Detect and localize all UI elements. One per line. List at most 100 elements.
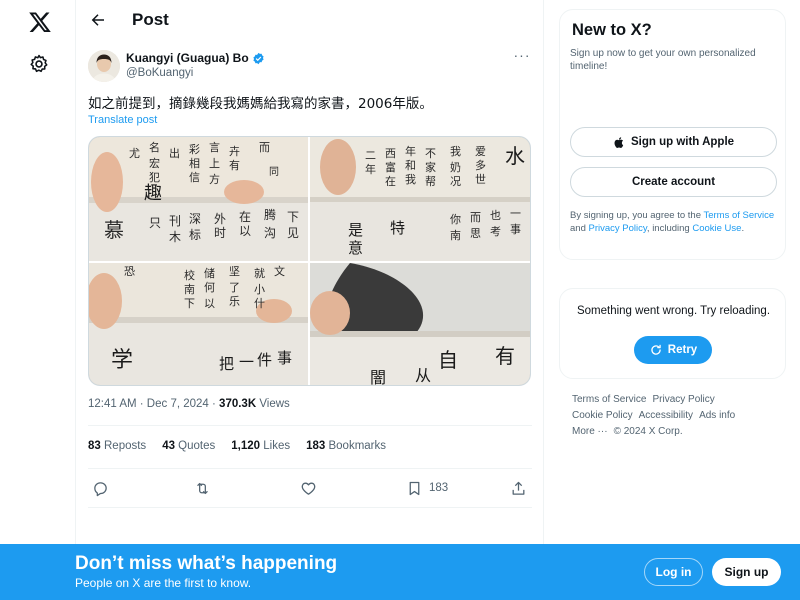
cookie-use-link[interactable]: Cookie Use xyxy=(692,223,741,234)
arrow-left-icon xyxy=(91,14,104,26)
avatar[interactable] xyxy=(88,50,120,82)
svg-text:宏: 宏 xyxy=(149,156,160,170)
svg-text:储: 储 xyxy=(204,266,215,280)
svg-text:我: 我 xyxy=(405,173,416,186)
author-name-text: Kuangyi (Guagua) Bo xyxy=(126,51,249,65)
svg-text:在: 在 xyxy=(239,210,251,224)
svg-text:慕: 慕 xyxy=(104,218,124,242)
author-handle[interactable]: @BoKuangyi xyxy=(126,67,193,79)
share-icon xyxy=(512,481,525,495)
share-button[interactable] xyxy=(510,478,527,498)
svg-text:和: 和 xyxy=(405,159,416,172)
svg-text:恐: 恐 xyxy=(124,265,135,278)
privacy-policy-link[interactable]: Privacy Policy xyxy=(589,223,647,234)
repost-button[interactable] xyxy=(194,478,211,498)
svg-text:特: 特 xyxy=(390,219,405,237)
svg-text:而: 而 xyxy=(259,141,270,154)
top-bar: Post xyxy=(76,0,544,42)
svg-text:家: 家 xyxy=(425,160,436,174)
post-timestamp[interactable]: 12:41 AM · Dec 7, 2024 · xyxy=(88,398,219,410)
svg-text:有: 有 xyxy=(229,158,240,172)
post-text: 如之前提到，摘錄幾段我媽媽給我寫的家書，2006年版。 xyxy=(88,96,433,112)
footer-terms-link[interactable]: Terms of Service xyxy=(572,394,646,405)
svg-text:卉: 卉 xyxy=(229,145,240,158)
footer-cookie-link[interactable]: Cookie Policy xyxy=(572,410,633,421)
svg-text:西: 西 xyxy=(385,147,396,160)
media-image-4[interactable]: 自 有 闇 从 xyxy=(310,263,530,386)
svg-text:自: 自 xyxy=(438,348,458,372)
media-image-3[interactable]: 恐 校储 坚 就文 南何 了 小 下以 乐 什 学 把一件事 xyxy=(89,263,308,385)
svg-text:也: 也 xyxy=(490,209,501,222)
signup-card-subtitle: Sign up now to get your own personalized… xyxy=(570,48,756,72)
views-count: 370.3K xyxy=(219,398,257,410)
svg-text:况: 况 xyxy=(450,175,461,188)
error-message: Something went wrong. Try reloading. xyxy=(576,305,771,317)
post-stats: 83 Reposts 43 Quotes 1,120 Likes 183 Boo… xyxy=(88,440,386,452)
sign-up-button[interactable]: Sign up xyxy=(712,558,781,586)
x-logo-icon[interactable] xyxy=(28,10,52,34)
svg-text:件: 件 xyxy=(257,351,272,369)
svg-text:出: 出 xyxy=(169,146,180,160)
svg-text:而: 而 xyxy=(470,211,481,224)
reply-button[interactable] xyxy=(92,478,109,498)
media-image-2[interactable]: 二西年不我爱 年富和家奶多 在我帮况世 水 是意特 你而也一 南思考事 xyxy=(310,137,530,261)
svg-text:闇: 闇 xyxy=(370,368,386,386)
svg-text:事: 事 xyxy=(510,223,521,236)
svg-text:标: 标 xyxy=(189,228,201,242)
svg-text:趣: 趣 xyxy=(144,183,162,204)
svg-text:富: 富 xyxy=(385,160,396,174)
create-account-button[interactable]: Create account xyxy=(570,167,777,197)
bookmark-icon xyxy=(409,481,420,495)
author-name[interactable]: Kuangyi (Guagua) Bo xyxy=(126,51,265,65)
svg-text:在: 在 xyxy=(385,175,396,188)
svg-text:乐: 乐 xyxy=(229,295,240,308)
log-in-button[interactable]: Log in xyxy=(644,558,703,586)
svg-text:是: 是 xyxy=(348,221,363,239)
media-image-1[interactable]: 尤名出彩言卉而 宏相上有 犯信方 同 趣 慕 只刊深外在腾下 木标时以沟见 xyxy=(89,137,308,261)
svg-text:小: 小 xyxy=(254,283,265,296)
likes-stat[interactable]: 1,120 Likes xyxy=(231,440,290,452)
svg-text:沟: 沟 xyxy=(264,226,276,240)
reposts-stat[interactable]: 83 Reposts xyxy=(88,440,146,452)
left-nav xyxy=(0,0,76,600)
gear-icon[interactable] xyxy=(28,53,52,77)
svg-text:什: 什 xyxy=(254,297,265,310)
signup-card-title: New to X? xyxy=(572,21,652,39)
svg-text:刊: 刊 xyxy=(169,214,181,228)
svg-text:我: 我 xyxy=(450,145,461,158)
svg-text:帮: 帮 xyxy=(425,175,436,188)
svg-text:世: 世 xyxy=(475,173,486,186)
svg-text:南: 南 xyxy=(184,283,195,296)
svg-text:只: 只 xyxy=(149,216,161,230)
retry-button[interactable]: Retry xyxy=(634,336,712,364)
footer-more-link[interactable]: More ··· xyxy=(572,426,608,437)
reply-icon xyxy=(94,481,107,496)
svg-text:有: 有 xyxy=(495,344,515,368)
views-label: Views xyxy=(256,398,290,410)
quotes-stat[interactable]: 43 Quotes xyxy=(162,440,215,452)
translate-post-link[interactable]: Translate post xyxy=(88,114,157,126)
footer-ads-link[interactable]: Ads info xyxy=(699,410,735,421)
svg-text:就: 就 xyxy=(254,266,265,280)
svg-text:相: 相 xyxy=(189,157,200,170)
svg-text:信: 信 xyxy=(189,171,200,184)
signup-legal-text: By signing up, you agree to the Terms of… xyxy=(570,210,775,234)
svg-text:你: 你 xyxy=(450,213,461,226)
sign-up-with-apple-label: Sign up with Apple xyxy=(630,136,735,148)
back-button[interactable] xyxy=(86,8,110,32)
svg-text:学: 学 xyxy=(111,348,133,373)
footer-accessibility-link[interactable]: Accessibility xyxy=(639,410,693,421)
sign-up-with-apple-button[interactable]: Sign up with Apple xyxy=(570,127,777,157)
more-options-icon[interactable]: ··· xyxy=(512,48,532,66)
bookmark-button[interactable]: 183 xyxy=(406,478,448,498)
terms-of-service-link[interactable]: Terms of Service xyxy=(703,210,774,221)
bookmarks-stat[interactable]: 183 Bookmarks xyxy=(306,440,386,452)
svg-text:坚: 坚 xyxy=(229,265,240,278)
footer-links: Terms of Service Privacy Policy Cookie Po… xyxy=(572,392,772,440)
like-button[interactable] xyxy=(300,478,317,498)
footer-privacy-link[interactable]: Privacy Policy xyxy=(652,394,714,405)
svg-text:下: 下 xyxy=(184,297,195,310)
svg-text:下: 下 xyxy=(287,210,299,224)
svg-text:年: 年 xyxy=(405,144,416,158)
svg-text:意: 意 xyxy=(348,239,363,257)
